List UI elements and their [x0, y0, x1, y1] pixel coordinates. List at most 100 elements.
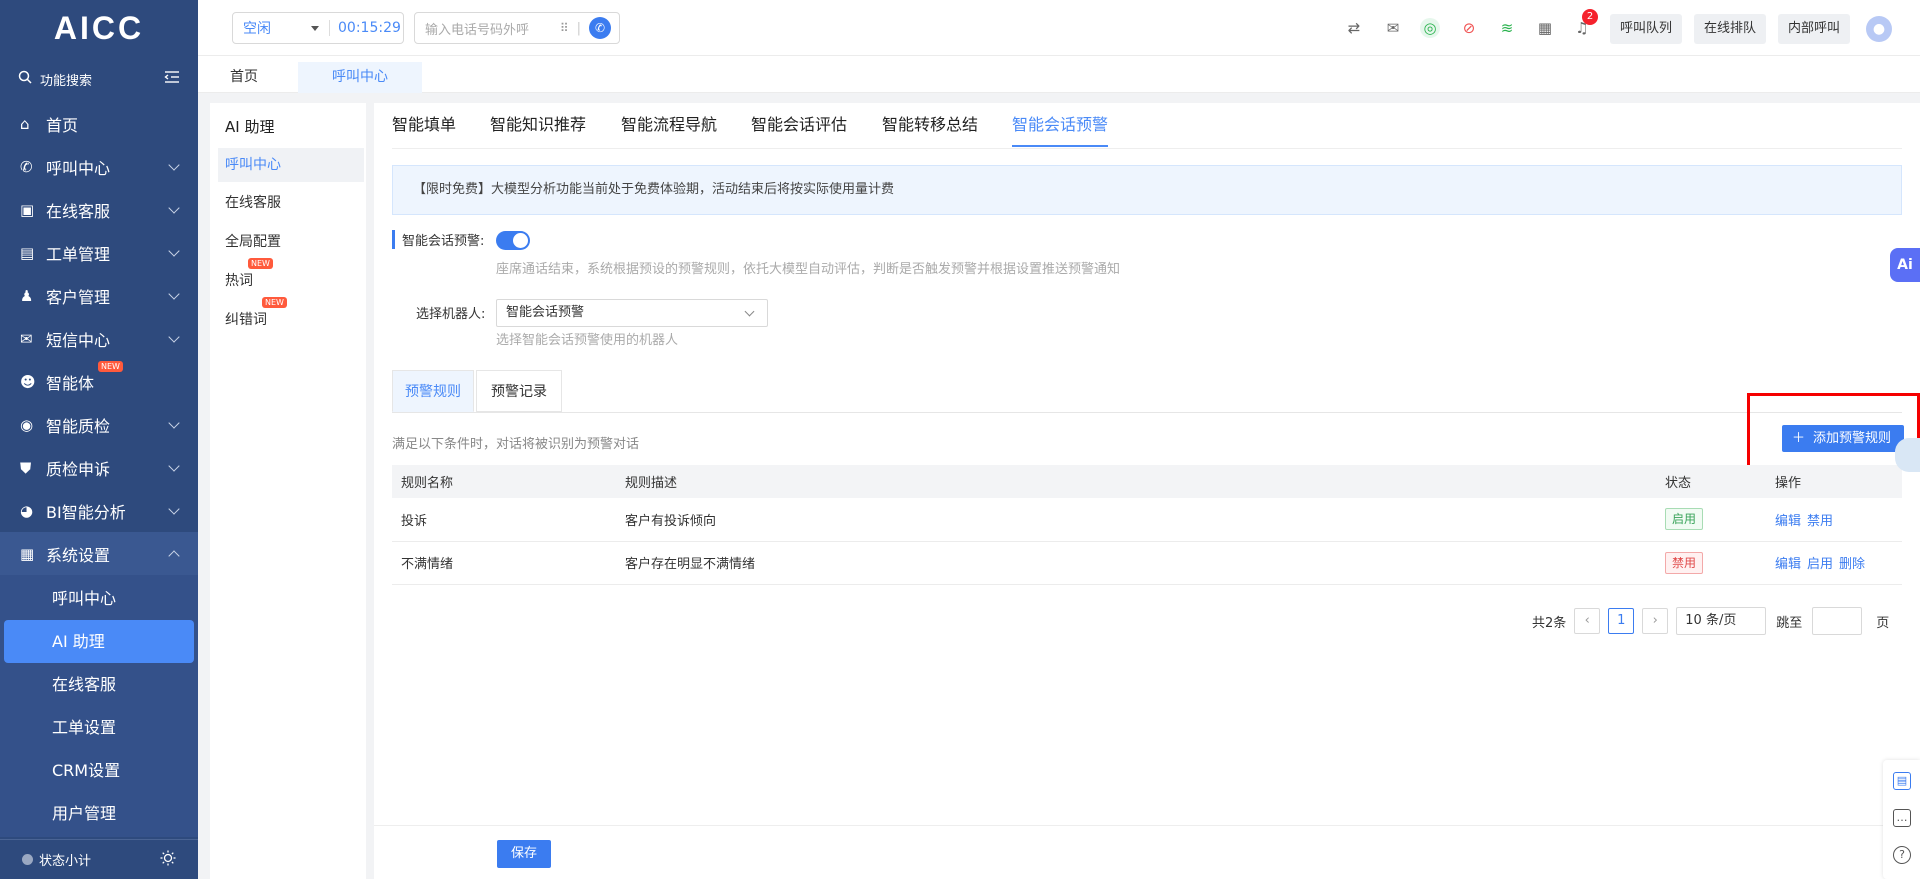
assistant-float-icon[interactable] [1895, 438, 1920, 472]
prev-page-button[interactable]: ‹ [1574, 608, 1601, 634]
delete-link[interactable]: 删除 [1839, 557, 1865, 572]
sidebar-item[interactable]: ▤ 工单管理 [0, 231, 198, 274]
enable-link[interactable]: 启用 [1807, 557, 1833, 572]
tab-transfer-summary[interactable]: 智能转移总结 [882, 103, 978, 147]
free-trial-notice: 【限时免费】大模型分析功能当前处于免费体验期，活动结束后将按实际使用量计费 [392, 165, 1902, 215]
new-badge: NEW [98, 361, 123, 372]
status-summary[interactable]: 状态小计 [0, 839, 198, 879]
help-icon[interactable]: ? [1893, 846, 1911, 864]
edit-link[interactable]: 编辑 [1775, 514, 1801, 529]
menu-item-hot-words[interactable]: 热词 NEW [218, 258, 364, 298]
online-queue-button[interactable]: 在线排队 [1694, 14, 1767, 44]
sidebar-subitem[interactable]: 工单设置 [4, 706, 194, 749]
collapse-menu-icon[interactable] [164, 70, 180, 88]
sidebar-subitem[interactable]: CRM设置 [4, 749, 194, 792]
sidebar-item[interactable]: ✉ 短信中心 [0, 317, 198, 360]
sidebar-item[interactable]: ♟ 客户管理 [0, 274, 198, 317]
message-icon[interactable]: ✉ [1383, 18, 1403, 38]
call-queue-button[interactable]: 呼叫队列 [1610, 14, 1683, 44]
jump-label: 跳至 [1776, 615, 1803, 631]
bookmark-icon[interactable]: ▤ [1893, 772, 1911, 790]
edit-link[interactable]: 编辑 [1775, 557, 1801, 572]
sidebar-item[interactable]: ⌂ 首页 [0, 102, 198, 145]
chat-bubble-icon[interactable]: … [1893, 809, 1911, 827]
sidebar-subitem[interactable]: AI 助理 [4, 620, 194, 663]
status-dot-icon [22, 854, 33, 865]
tab-warning-records[interactable]: 预警记录 [476, 370, 562, 412]
status-badge: 禁用 [1665, 551, 1704, 574]
sidebar-item-label: 客户管理 [46, 287, 111, 307]
robot-hint: 选择智能会话预警使用的机器人 [496, 333, 679, 348]
agent-status-select[interactable]: 空闲 00:15:29 [232, 12, 404, 44]
sidebar-item[interactable]: ▦ 系统设置 [0, 532, 198, 575]
tab-warning-rules[interactable]: 预警规则 [392, 370, 474, 412]
menu-item-global-config[interactable]: 全局配置 [218, 225, 364, 259]
content-tab-divider [392, 412, 1902, 413]
mute-icon[interactable]: ⊘ [1459, 18, 1479, 38]
page-size-select[interactable]: 10 条/页 [1676, 607, 1767, 635]
add-warning-rule-button[interactable]: ＋ 添加预警规则 [1782, 425, 1904, 452]
col-rule-name: 规则名称 [392, 465, 616, 498]
page-unit-label: 页 [1876, 615, 1890, 631]
page-tab-call-center[interactable]: 呼叫中心 [298, 62, 422, 93]
top-bar: 空闲 00:15:29 输入电话号码外呼 ⠿ | ✆ ⇄ ✉ ◎ ⊘ ≋ ▦ ♫… [198, 0, 1920, 56]
ai-float-button[interactable]: Ai [1890, 248, 1920, 282]
tab-knowledge-recommend[interactable]: 智能知识推荐 [490, 103, 586, 147]
sidebar-item[interactable]: ▣ 在线客服 [0, 188, 198, 231]
sidebar-item-label: 智能质检 [46, 416, 111, 436]
pagination: 共2条 ‹ 1 › 10 条/页 跳至 页 [1532, 607, 1889, 635]
sidebar-subitem[interactable]: 在线客服 [4, 663, 194, 706]
wifi-icon[interactable]: ≋ [1497, 18, 1517, 38]
warning-toggle[interactable] [496, 231, 530, 250]
table-row: 投诉 客户有投诉倾向 启用 编辑 禁用 [392, 498, 1902, 542]
sidebar-item[interactable]: ☻ 智能体 NEW [0, 360, 198, 403]
menu-item-label: 热词 [225, 273, 253, 289]
robot-select-value: 智能会话预警 [506, 305, 585, 320]
tab-flow-navigation[interactable]: 智能流程导航 [621, 103, 717, 147]
sidebar-subitem[interactable]: 呼叫中心 [4, 577, 194, 620]
sidebar-item[interactable]: ✆ 呼叫中心 [0, 145, 198, 188]
dial-input[interactable]: 输入电话号码外呼 ⠿ | ✆ [414, 12, 620, 44]
new-badge: NEW [248, 258, 273, 269]
chevron-down-icon [168, 158, 180, 171]
rule-desc: 客户存在明显不满情绪 [616, 541, 1656, 585]
disable-link[interactable]: 禁用 [1807, 514, 1833, 529]
sidebar-subitem[interactable]: 用户管理 [4, 792, 194, 835]
avatar[interactable]: ● [1866, 16, 1892, 42]
call-button[interactable]: ✆ [589, 17, 611, 39]
menu-item-online-service[interactable]: 在线客服 [218, 186, 364, 220]
menu-title: AI 助理 [225, 118, 275, 136]
tab-session-warning[interactable]: 智能会话预警 [1012, 103, 1109, 147]
page-tab-home[interactable]: 首页 [214, 62, 274, 93]
transfer-icon[interactable]: ⇄ [1344, 18, 1364, 38]
table-header-row: 规则名称 规则描述 状态 操作 [392, 465, 1902, 498]
chevron-down-icon [744, 306, 755, 317]
sidebar-item[interactable]: ◉ 智能质检 [0, 403, 198, 446]
tab-session-evaluation[interactable]: 智能会话评估 [751, 103, 847, 147]
robot-select[interactable]: 智能会话预警 [496, 299, 768, 327]
next-page-button[interactable]: › [1642, 608, 1669, 634]
menu-item-correction-words[interactable]: 纠错词 NEW [218, 297, 364, 337]
page-tabs: 首页 呼叫中心 [198, 56, 1920, 93]
sidebar-item[interactable]: ◕ BI智能分析 [0, 489, 198, 532]
menu-item-call-center[interactable]: 呼叫中心 [218, 148, 364, 182]
calendar-icon[interactable]: ▦ [1535, 18, 1555, 38]
headset-icon[interactable]: ◎ [1420, 18, 1440, 38]
page-1-button[interactable]: 1 [1608, 608, 1635, 634]
internal-call-button[interactable]: 内部呼叫 [1778, 14, 1851, 44]
tab-divider [392, 148, 1902, 149]
chevron-down-icon [168, 459, 180, 472]
save-button[interactable]: 保存 [497, 840, 551, 868]
toggle-knob [513, 233, 528, 248]
actions-cell: 编辑 启用 删除 [1766, 541, 1902, 585]
tab-smart-fill[interactable]: 智能填单 [392, 103, 456, 147]
sidebar-item[interactable]: ⛊ 质检申诉 [0, 446, 198, 489]
sun-icon[interactable] [160, 850, 176, 870]
function-search-label: 功能搜索 [40, 73, 93, 89]
keypad-icon[interactable]: ⠿ [560, 21, 569, 35]
function-search[interactable]: 功能搜索 [0, 56, 198, 102]
plus-icon: ＋ [1792, 431, 1806, 446]
jump-page-input[interactable] [1812, 607, 1863, 635]
sidebar-item-label: 智能体 [46, 373, 95, 393]
phone-icon: ✆ [20, 157, 33, 176]
